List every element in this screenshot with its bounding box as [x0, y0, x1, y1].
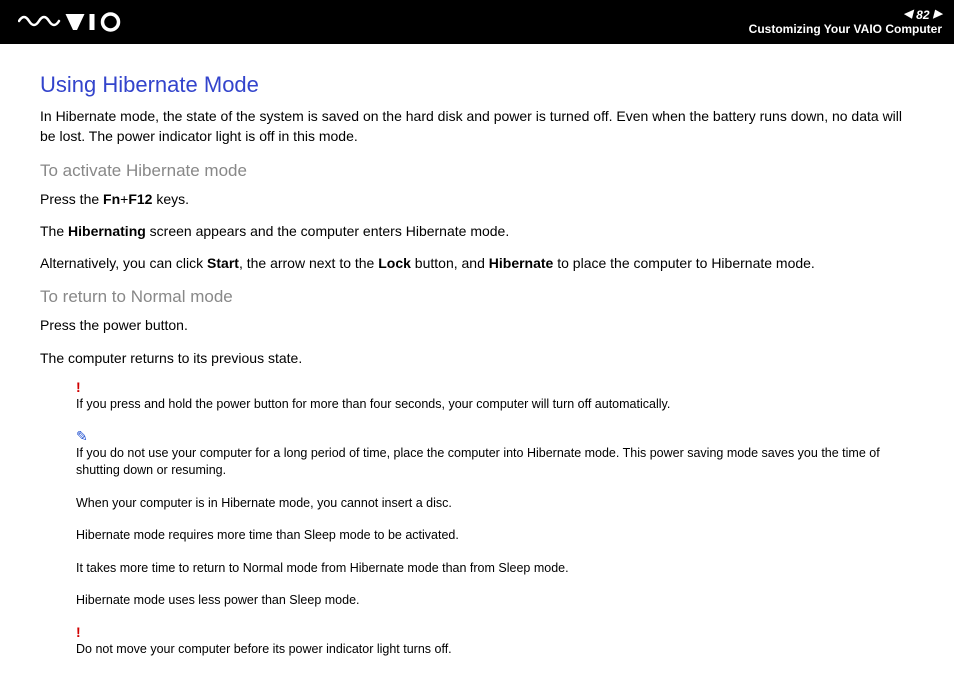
- text-span: Press the: [40, 191, 103, 207]
- return-step-2: The computer returns to its previous sta…: [40, 348, 914, 368]
- text-span: The: [40, 223, 68, 239]
- tip-note-4: It takes more time to return to Normal m…: [76, 560, 914, 578]
- tip-note-2: When your computer is in Hibernate mode,…: [76, 495, 914, 513]
- activate-step-1: Press the Fn+F12 keys.: [40, 189, 914, 209]
- section-title: Customizing Your VAIO Computer: [749, 22, 942, 36]
- header-right: ◀ 82 ▶ Customizing Your VAIO Computer: [749, 8, 942, 37]
- text-span: Alternatively, you can click: [40, 255, 207, 271]
- warning-note-1: If you press and hold the power button f…: [76, 396, 914, 414]
- activate-step-2: The Hibernating screen appears and the c…: [40, 221, 914, 241]
- vaio-logo: [18, 11, 128, 33]
- lock-label: Lock: [378, 255, 411, 271]
- key-f12: F12: [128, 191, 152, 207]
- text-span: , the arrow next to the: [239, 255, 378, 271]
- page-nav: ◀ 82 ▶: [904, 8, 942, 22]
- tip-note-5: Hibernate mode uses less power than Slee…: [76, 592, 914, 610]
- tip-note-3: Hibernate mode requires more time than S…: [76, 527, 914, 545]
- next-page-arrow-icon[interactable]: ▶: [934, 8, 942, 21]
- main-heading: Using Hibernate Mode: [40, 72, 914, 98]
- text-span: to place the computer to Hibernate mode.: [553, 255, 814, 271]
- prev-page-arrow-icon[interactable]: ◀: [904, 8, 912, 21]
- text-span: button, and: [411, 255, 489, 271]
- return-heading: To return to Normal mode: [40, 287, 914, 307]
- start-label: Start: [207, 255, 239, 271]
- hibernating-label: Hibernating: [68, 223, 146, 239]
- text-span: screen appears and the computer enters H…: [146, 223, 509, 239]
- warning-note-2: Do not move your computer before its pow…: [76, 641, 914, 659]
- content-area: Using Hibernate Mode In Hibernate mode, …: [0, 44, 954, 693]
- warning-icon: !: [76, 380, 914, 394]
- page-number: 82: [916, 8, 929, 22]
- header-bar: ◀ 82 ▶ Customizing Your VAIO Computer: [0, 0, 954, 44]
- tip-note-1: If you do not use your computer for a lo…: [76, 445, 914, 480]
- warning-icon: !: [76, 625, 914, 639]
- activate-heading: To activate Hibernate mode: [40, 161, 914, 181]
- return-step-1: Press the power button.: [40, 315, 914, 335]
- pencil-icon: ✎: [76, 429, 914, 443]
- hibernate-label: Hibernate: [489, 255, 554, 271]
- key-fn: Fn: [103, 191, 120, 207]
- text-span: keys.: [152, 191, 189, 207]
- activate-alternative: Alternatively, you can click Start, the …: [40, 253, 914, 273]
- notes-block: ! If you press and hold the power button…: [76, 380, 914, 658]
- intro-paragraph: In Hibernate mode, the state of the syst…: [40, 106, 914, 147]
